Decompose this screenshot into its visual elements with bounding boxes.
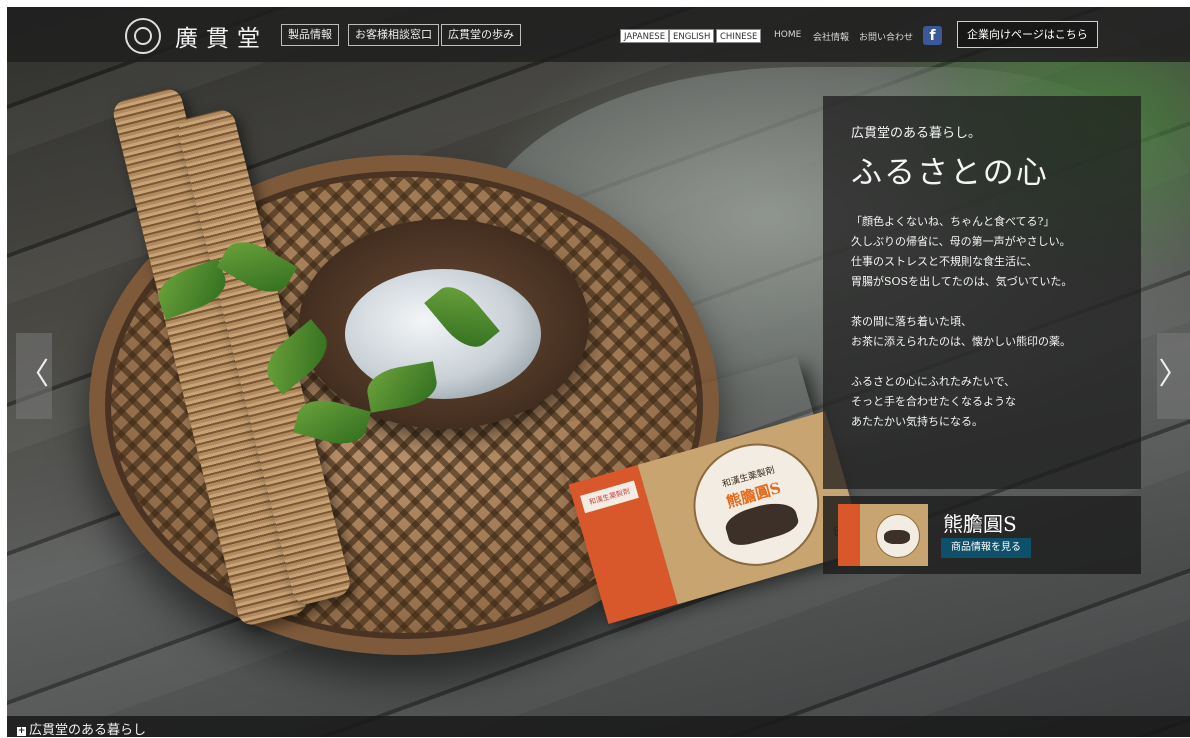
story-line: 仕事のストレスと不規則な食生活に、: [851, 255, 1038, 268]
bear-icon: [884, 530, 910, 544]
plus-icon: +: [17, 726, 26, 736]
story-line: お茶に添えられたのは、懐かしい熊印の薬。: [851, 335, 1071, 348]
nav-history[interactable]: 広貫堂の歩み: [441, 24, 521, 46]
story-paragraph: 茶の間に落ち着いた頃、 お茶に添えられたのは、懐かしい熊印の薬。: [851, 312, 1113, 352]
site-logo[interactable]: 廣貫堂: [175, 19, 268, 53]
story-line: あたたかい気持ちになる。: [851, 415, 983, 428]
next-arrow-icon[interactable]: 〉: [1157, 333, 1190, 419]
story-headline: ふるさとの心: [851, 155, 1049, 191]
facebook-icon[interactable]: f: [923, 26, 942, 45]
story-line: そっと手を合わせたくなるような: [851, 395, 1016, 408]
footer-bar: + 広貫堂のある暮らし: [7, 716, 1190, 738]
site-header: 廣貫堂 製品情報 お客様相談窓口 広貫堂の歩み JAPANESE ENGLISH…: [7, 7, 1190, 62]
lang-chinese[interactable]: CHINESE: [716, 29, 762, 43]
footer-lifestyle-link[interactable]: + 広貫堂のある暮らし: [17, 719, 146, 738]
story-line: 「顔色よくないね、ちゃんと食べてる?」: [851, 215, 1055, 228]
product-name: 熊膽圓S: [943, 512, 1017, 536]
link-home[interactable]: HOME: [774, 30, 801, 40]
story-line: 胃腸がSOSを出してたのは、気づいていた。: [851, 275, 1073, 288]
corporate-page-button[interactable]: 企業向けページはこちら: [957, 21, 1098, 48]
story-line: 茶の間に落ち着いた頃、: [851, 315, 972, 328]
product-info-button[interactable]: 商品情報を見る: [941, 538, 1031, 558]
nav-products[interactable]: 製品情報: [281, 24, 339, 46]
link-contact[interactable]: お問い合わせ: [859, 30, 913, 43]
link-company[interactable]: 会社情報: [813, 30, 849, 43]
logo-emblem-icon[interactable]: [125, 18, 161, 54]
story-panel: 広貫堂のある暮らし。 ふるさとの心 「顔色よくないね、ちゃんと食べてる?」 久し…: [823, 96, 1141, 489]
lang-english[interactable]: ENGLISH: [669, 29, 715, 43]
lang-japanese[interactable]: JAPANESE: [620, 29, 670, 43]
product-card: 熊膽圓S 商品情報を見る: [823, 496, 1141, 574]
story-line: 久しぶりの帰省に、母の第一声がやさしい。: [851, 235, 1071, 248]
story-kicker: 広貫堂のある暮らし。: [851, 126, 982, 141]
nav-customer-support[interactable]: お客様相談窓口: [348, 24, 439, 46]
story-line: ふるさとの心にふれたみたいで、: [851, 375, 1016, 388]
prev-arrow-icon[interactable]: 〈: [16, 333, 52, 419]
footer-link-label: 広貫堂のある暮らし: [29, 723, 147, 738]
story-paragraph: ふるさとの心にふれたみたいで、 そっと手を合わせたくなるような あたたかい気持ち…: [851, 372, 1113, 432]
product-thumbnail[interactable]: [838, 504, 928, 566]
story-paragraph: 「顔色よくないね、ちゃんと食べてる?」 久しぶりの帰省に、母の第一声がやさしい。…: [851, 212, 1113, 292]
